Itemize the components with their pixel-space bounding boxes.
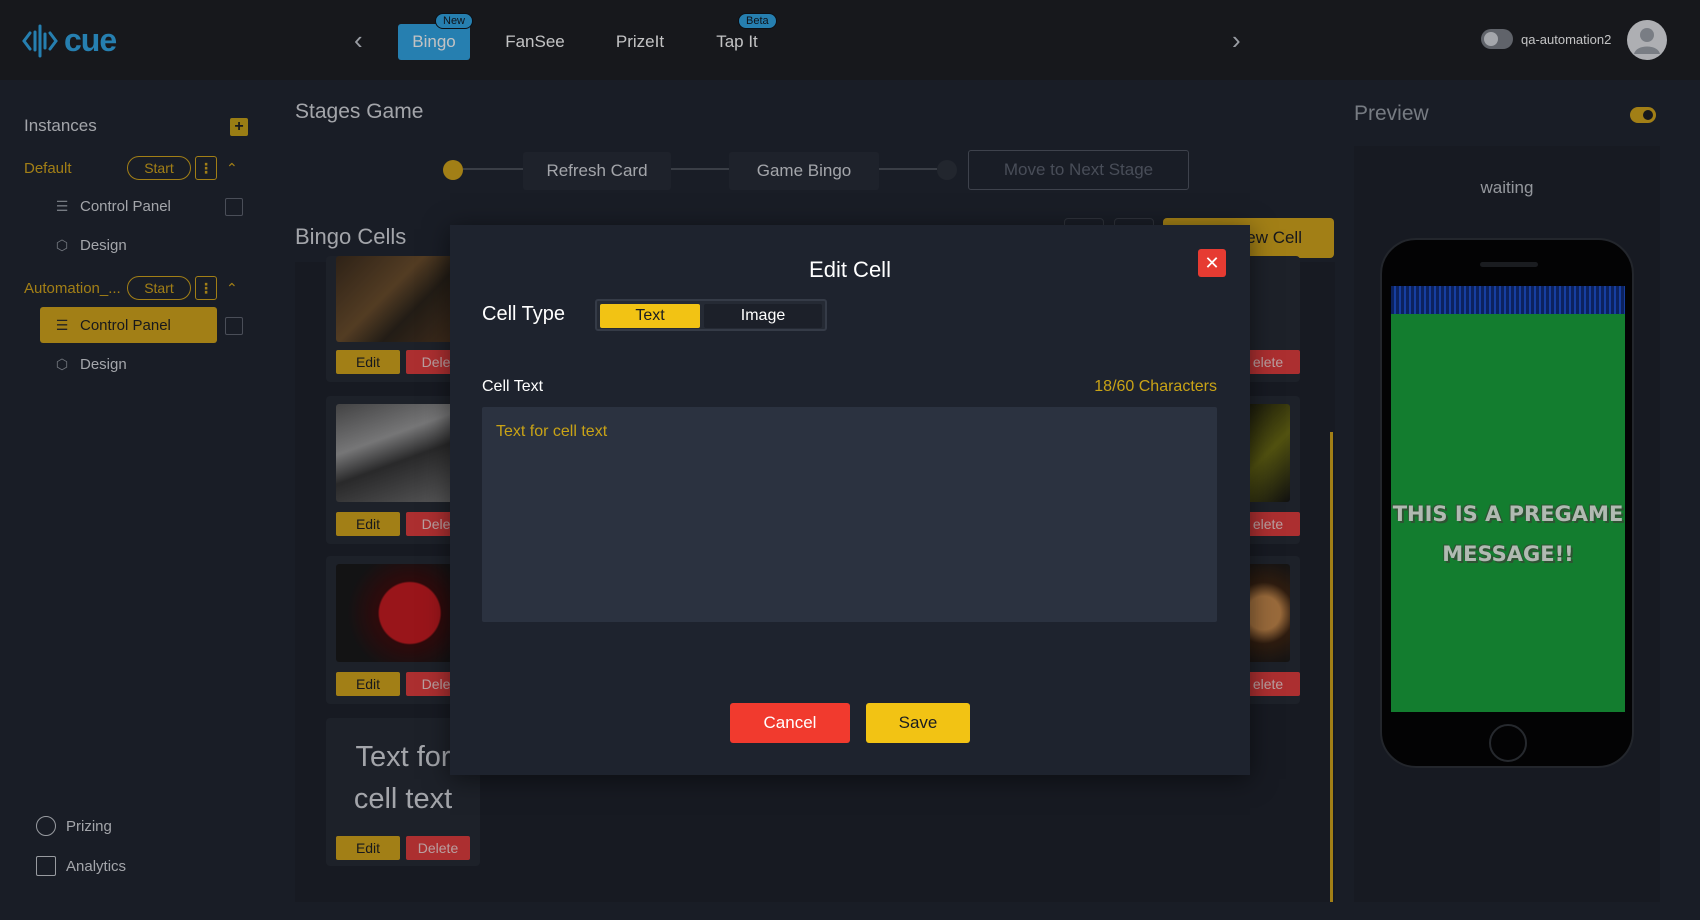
close-icon[interactable]: ✕ [1198,249,1226,277]
save-button[interactable]: Save [866,703,970,743]
character-count: 18/60 Characters [1094,378,1217,395]
cell-text-label: Cell Text [482,378,544,395]
cell-type-label: Cell Type [482,303,566,325]
cell-type-toggle: Text Image [595,299,827,331]
cell-type-text-option[interactable]: Text [600,304,700,328]
cell-type-image-option[interactable]: Image [704,304,822,328]
modal-title: Edit Cell [809,257,891,282]
edit-cell-modal: Edit Cell ✕ Cell Type Text Image Cell Te… [450,225,1250,775]
cell-text-input[interactable]: Text for cell text [482,407,1217,622]
cancel-button[interactable]: Cancel [730,703,850,743]
